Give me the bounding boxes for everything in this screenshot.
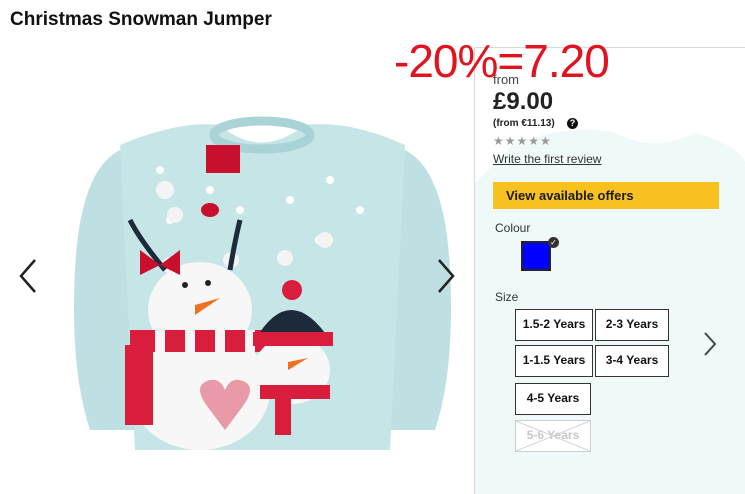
chevron-right-icon [438,259,455,293]
panel-next-button[interactable] [703,331,717,362]
size-option-5-6-unavailable: 5-6 Years [515,420,591,452]
product-details-panel: from £9.00 (from €11.13) ? ★★★★★ Write t… [474,47,745,494]
gallery-next-button[interactable] [436,258,456,294]
colour-swatch-blue[interactable]: ✓ [521,237,559,271]
size-option-2-3[interactable]: 2-3 Years [595,309,669,341]
colour-label: Colour [495,221,531,235]
chevron-right-icon [704,332,717,356]
size-option-3-4[interactable]: 3-4 Years [595,345,669,377]
view-offers-button[interactable]: View available offers [493,182,719,209]
price: £9.00 [493,88,554,115]
size-label: Size [495,290,519,304]
help-icon[interactable]: ? [567,118,578,129]
alt-currency-price: (from €11.13) [493,118,555,129]
product-title: Christmas Snowman Jumper [10,9,272,30]
size-option-4-5[interactable]: 4-5 Years [515,383,591,415]
size-option-1-1-5[interactable]: 1-1.5 Years [515,345,593,377]
discount-annotation: -20%=7.20 [394,35,610,87]
write-review-link[interactable]: Write the first review [493,152,601,166]
size-option-1-5-2[interactable]: 1.5-2 Years [515,309,593,341]
check-icon: ✓ [548,237,559,248]
gallery-prev-button[interactable] [18,258,38,294]
rating-stars: ★★★★★ [493,134,552,148]
chevron-left-icon [19,259,36,293]
unavailable-cross-icon [516,421,590,451]
product-main-image [60,100,460,480]
